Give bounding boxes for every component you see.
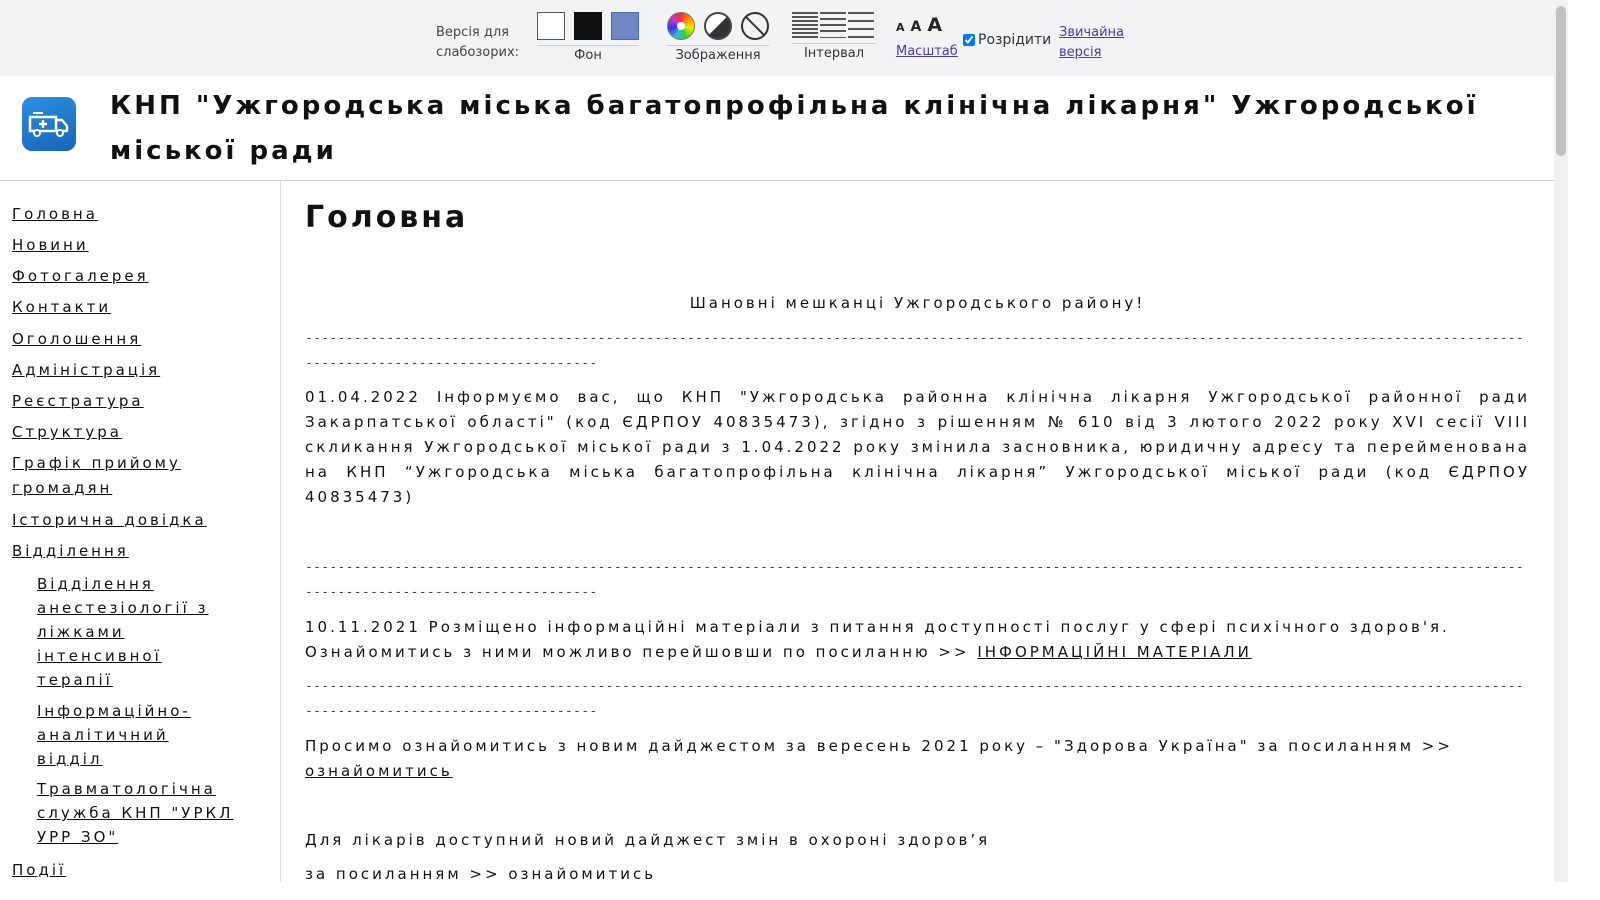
news-item-mental-health: 10.11.2021 Розміщено інформаційні матері… [305,615,1530,665]
font-medium-button[interactable]: A [911,19,922,35]
grayscale-images-icon[interactable] [704,12,732,40]
news-item-doctors-digest: Для лікарів доступний новий дайджест змі… [305,831,991,849]
images-group: Зображення [667,12,769,63]
scale-group: A A A Масштаб [896,14,958,59]
separator-line: ----------------------------------------… [305,331,1524,371]
nav-item-announcements[interactable]: Оголошення [12,327,141,352]
nav-item-history[interactable]: Історична довідка [12,508,207,533]
color-images-icon[interactable] [667,12,695,40]
site-title: КНП "Ужгородська міська багатопрофільна … [110,91,1479,166]
nav-sub-analytics[interactable]: Інформаційно-аналітичний відділ [37,699,237,771]
news-item-text: Просимо ознайомитись з новим дайджестом … [305,737,1453,755]
font-large-button[interactable]: A [927,14,942,36]
nav-item-reception-schedule[interactable]: Графік прийому громадян [12,451,212,501]
nav-sub-anesthesiology[interactable]: Відділення анестезіології з ліжками інте… [37,572,237,692]
scrollbar-thumb[interactable] [1556,6,1566,156]
spread-toggle[interactable]: Розрідити [963,32,1051,48]
spread-label: Розрідити [978,32,1052,48]
interval-caption: Інтервал [792,43,876,61]
interval-large-icon[interactable] [848,12,874,38]
nav-item-news[interactable]: Новини [12,233,89,258]
digest-link[interactable]: ознайомитись [305,762,453,780]
interval-medium-icon[interactable] [820,12,846,38]
images-caption: Зображення [667,45,769,63]
nav-sub-traumatology[interactable]: Травматологічна служба КНП "УРКЛ УРР ЗО" [37,777,237,849]
low-vision-label: Версія для слабозорих: [436,25,520,60]
separator-line: ----------------------------------------… [305,560,1524,600]
no-images-icon[interactable] [741,12,769,40]
normal-version-link[interactable]: Звичайна версія [1059,23,1129,63]
news-item-text: 10.11.2021 Розміщено інформаційні матері… [305,618,1450,661]
nav-item-departments[interactable]: Відділення [12,539,129,564]
nav-item-contacts[interactable]: Контакти [12,295,111,320]
bg-white-button[interactable] [537,12,565,40]
accessibility-toolbar: Версія для слабозорих: Фон Зображення Ін… [0,0,1554,76]
ambulance-logo-icon[interactable] [22,97,76,151]
info-materials-link[interactable]: ІНФОРМАЦІЙНІ МАТЕРІАЛИ [977,643,1252,661]
spread-checkbox[interactable] [963,34,975,46]
nav-item-home[interactable]: Головна [12,202,98,227]
separator-line: ----------------------------------------… [305,679,1524,719]
interval-group: Інтервал [792,12,876,61]
news-item-digest: Просимо ознайомитись з новим дайджестом … [305,734,1530,784]
nav-item-registry[interactable]: Реєстратура [12,389,144,414]
news-item-reorganization: 01.04.2022 Інформуємо вас, що КНП "Ужгор… [305,388,1530,506]
greeting-text: Шановні мешканці Ужгородського району! [689,294,1146,312]
nav-item-gallery[interactable]: Фотогалерея [12,264,149,289]
page-title: Головна [305,200,469,235]
news-item-doctors-link-text: за посиланням >> ознайомитись [305,865,657,883]
site-header: КНП "Ужгородська міська багатопрофільна … [0,76,1554,181]
bg-black-button[interactable] [574,12,602,40]
bg-blue-button[interactable] [611,12,639,40]
interval-small-icon[interactable] [792,12,818,38]
scale-link[interactable]: Масштаб [896,44,958,59]
background-group: Фон [537,12,639,63]
font-small-button[interactable]: A [896,21,905,34]
nav-item-events[interactable]: Події [12,858,66,883]
nav-item-administration[interactable]: Адміністрація [12,358,160,383]
sidebar-nav: Головна Новини Фотогалерея Контакти Огол… [0,181,281,882]
page-scrollbar[interactable] [1554,0,1568,882]
background-caption: Фон [537,45,639,63]
nav-item-structure[interactable]: Структура [12,420,122,445]
